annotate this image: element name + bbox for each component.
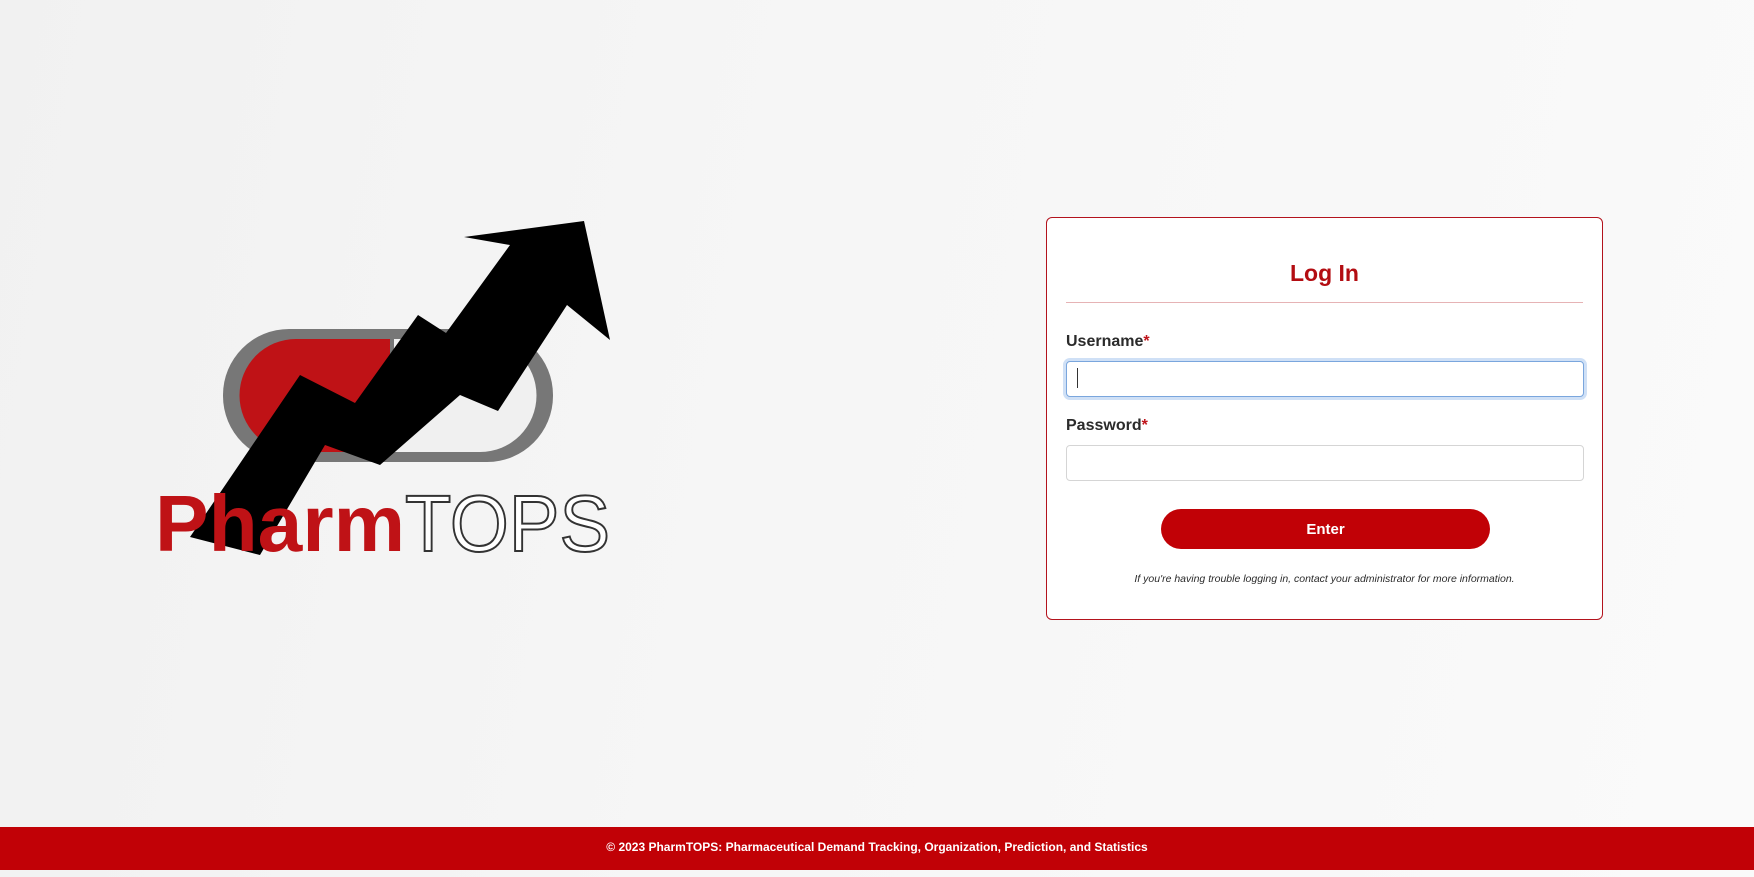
password-label: Password* [1066, 417, 1148, 435]
text-cursor [1077, 368, 1078, 388]
password-input[interactable] [1066, 445, 1584, 481]
username-label-text: Username [1066, 333, 1144, 350]
title-divider [1066, 302, 1583, 303]
required-marker: * [1141, 417, 1148, 434]
password-label-text: Password [1066, 417, 1142, 434]
login-help-text: If you're having trouble logging in, con… [1134, 573, 1515, 585]
logo-text-tops: TOPS [405, 479, 610, 565]
enter-button[interactable]: Enter [1161, 509, 1490, 549]
pharmtops-logo: Pharm TOPS [150, 215, 620, 565]
login-card: Log In Username* Password* Enter If you'… [1046, 217, 1603, 620]
footer-bar: © 2023 PharmTOPS: Pharmaceutical Demand … [0, 827, 1754, 870]
username-label: Username* [1066, 333, 1150, 351]
username-input[interactable] [1066, 361, 1584, 397]
logo-text-pharm: Pharm [155, 479, 405, 565]
required-marker: * [1143, 333, 1150, 350]
footer-copyright: © 2023 PharmTOPS: Pharmaceutical Demand … [606, 840, 1148, 854]
login-title: Log In [1290, 260, 1359, 286]
